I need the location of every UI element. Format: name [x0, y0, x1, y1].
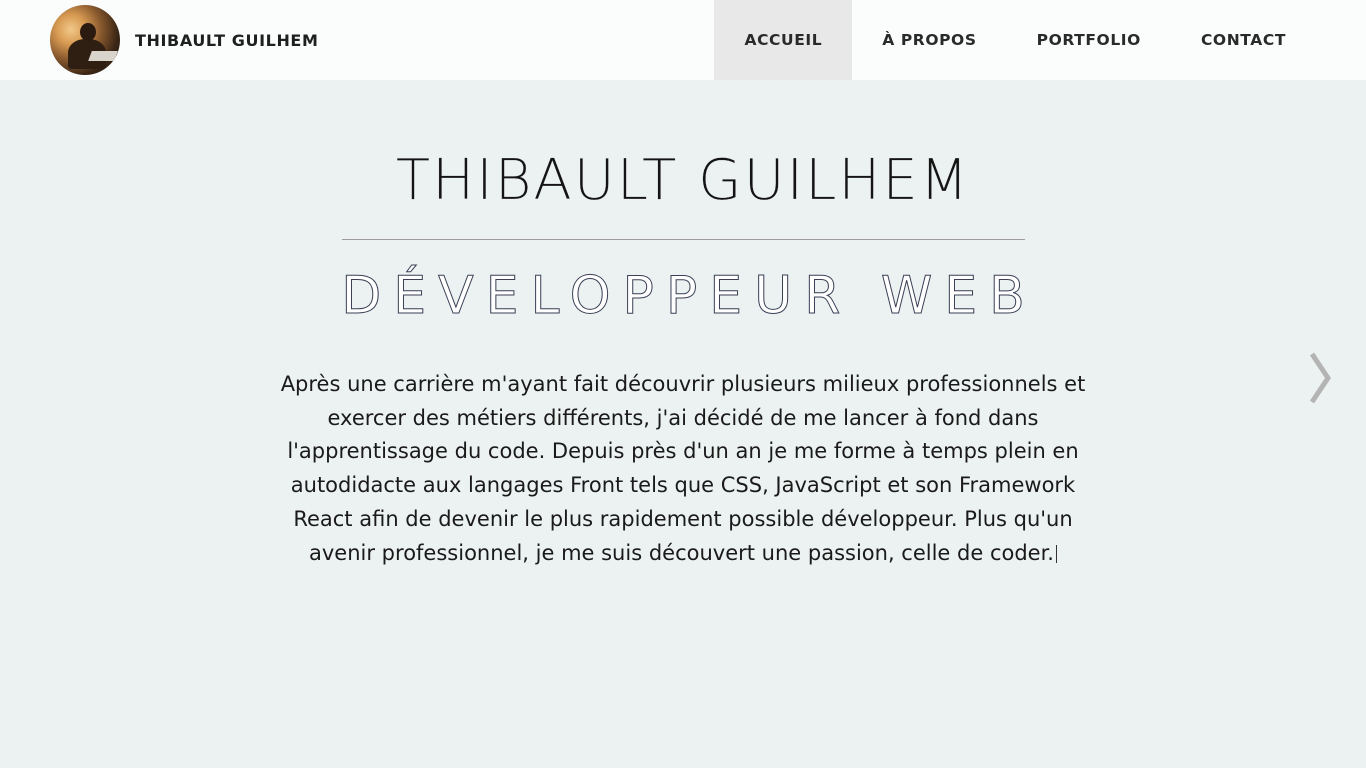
hero-subtitle: DÉVELOPPEUR WEB: [341, 266, 1037, 327]
avatar[interactable]: [50, 5, 120, 75]
title-divider: [342, 239, 1025, 240]
main-nav: ACCUEIL À PROPOS PORTFOLIO CONTACT: [714, 0, 1316, 80]
avatar-laptop: [88, 51, 118, 61]
brand-name[interactable]: THIBAULT GUILHEM: [135, 31, 318, 50]
typing-cursor: [1055, 544, 1057, 563]
site-header: THIBAULT GUILHEM ACCUEIL À PROPOS PORTFO…: [0, 0, 1366, 80]
nav-item-a-propos[interactable]: À PROPOS: [852, 0, 1006, 80]
bio-text-content: Après une carrière m'ayant fait découvri…: [280, 372, 1086, 565]
avatar-silhouette-head: [80, 23, 96, 41]
next-slide-button[interactable]: [1306, 350, 1334, 406]
nav-item-accueil[interactable]: ACCUEIL: [714, 0, 853, 80]
chevron-right-icon: [1309, 352, 1332, 404]
nav-item-contact[interactable]: CONTACT: [1171, 0, 1316, 80]
hero-title: THIBAULT GUILHEM: [395, 148, 971, 213]
nav-item-portfolio[interactable]: PORTFOLIO: [1007, 0, 1171, 80]
bio-text: Après une carrière m'ayant fait découvri…: [268, 368, 1098, 570]
brand[interactable]: THIBAULT GUILHEM: [50, 5, 318, 75]
